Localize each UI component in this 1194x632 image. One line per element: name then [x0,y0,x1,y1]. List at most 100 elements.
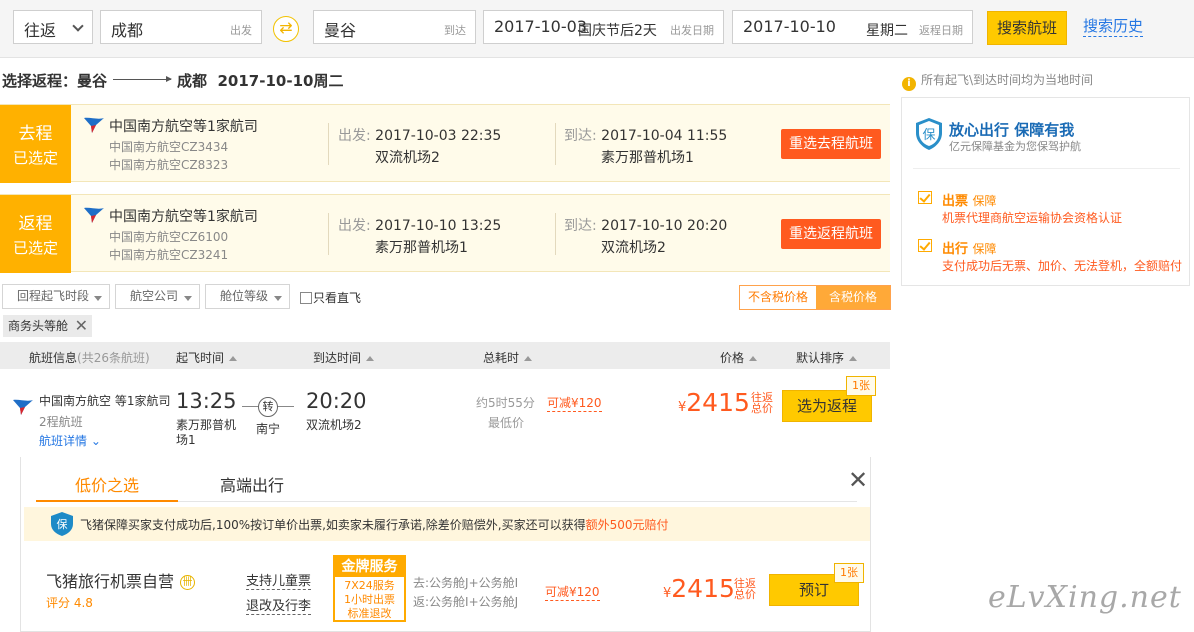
sort-duration[interactable]: 总耗时 [483,349,533,366]
travel-tag: 保障 [972,242,997,256]
flight-detail-label: 航班详情 [39,434,88,448]
search-bar: 往返 成都 出发 ⇄ 曼谷 到达 2017-10-03 国庆节后2天 出发日期 … [0,0,1194,58]
ticketing-guarantee-title: 出票 保障 [942,190,997,209]
offer-discount[interactable]: 可减¥120 [545,583,600,601]
from-city-input[interactable]: 成都 出发 [100,10,262,44]
inbound-dep-time: 2017-10-10 13:25 [375,218,502,234]
filter-departure-period-label: 回程起飞时段 [17,289,90,303]
sort-default-label: 默认排序 [796,351,845,365]
close-icon[interactable]: ✕ [848,466,868,494]
close-icon[interactable]: ✕ [75,315,88,337]
guarantee-body: 飞猪保障买家支付成功后,100%按订单价出票,如卖家未履行承诺,除差价赔偿外,买… [80,518,586,532]
sort-arrow-icon [524,356,533,361]
gold-service-item: 1小时出票 [344,593,395,606]
reselect-outbound-button[interactable]: 重选去程航班 [781,129,881,159]
sort-default[interactable]: 默认排序 [796,349,858,366]
arrow-right-icon [113,76,173,82]
depart-date-input[interactable]: 2017-10-03 国庆节后2天 出发日期 [483,10,724,44]
outbound-dep-time: 2017-10-03 22:35 [375,128,502,144]
flight-detail-link[interactable]: 航班详情 ⌄ [39,432,101,449]
chevron-down-icon [184,296,192,301]
guarantee-sidebar: 保 放心出行 保障有我 亿元保障基金为您保驾护航 出票 保障 机票代理商航空运输… [901,97,1190,286]
divider [555,123,556,165]
inbound-arr-time: 2017-10-10 20:20 [601,218,728,234]
row-dep-time: 13:25 [176,389,237,413]
outbound-flight-2: 中国南方航空CZ8323 [109,158,229,172]
check-icon [918,191,932,204]
sort-price[interactable]: 价格 [720,349,758,366]
chevron-down-icon [94,296,102,301]
row-price-value: 2415 [686,388,750,417]
filter-cabin-class[interactable]: 舱位等级 [205,284,290,309]
vendor-rating: 评分 4.8 [46,596,93,610]
from-city-hint: 出发 [230,24,252,37]
swap-icon[interactable]: ⇄ [273,16,299,42]
reselect-inbound-button[interactable]: 重选返程航班 [781,219,881,249]
outbound-flight-1: 中国南方航空CZ3434 [109,140,229,154]
inbound-selected-card: 返程 已选定 中国南方航空等1家航司 中国南方航空CZ6100 中国南方航空CZ… [0,194,890,273]
ticketing-tag: 保障 [972,194,997,208]
depart-date-value: 2017-10-03 [494,17,587,36]
dep-label: 出发: [338,218,371,234]
transfer-badge: 转 [258,397,278,417]
price-incl-tax-option[interactable]: 含税价格 [816,286,890,309]
search-flights-button[interactable]: 搜索航班 [987,11,1067,45]
tab-low-price[interactable]: 低价之选 [75,472,139,496]
return-date-hint: 返程日期 [919,24,963,37]
child-ticket-link[interactable]: 支持儿童票 [246,570,312,590]
results-header: 航班信息(共26条航班) 起飞时间 到达时间 总耗时 价格 默认排序 [0,342,890,369]
inbound-tag-title: 返程 [18,214,53,234]
trip-type-select[interactable]: 往返 [13,10,93,44]
return-date-value: 2017-10-10 [743,17,836,36]
check-icon [918,239,932,252]
row-airline: 中国南方航空 等1家航司 [39,394,171,408]
gold-medal-icon: 卌 [180,575,196,590]
svg-text:保: 保 [922,128,935,143]
sort-departure-time[interactable]: 起飞时间 [176,349,238,366]
row-price: ¥2415 往返总价 [678,388,773,417]
gold-service-title: 金牌服务 [335,557,404,577]
filter-airline[interactable]: 航空公司 [115,284,200,309]
chevron-down-icon [274,296,282,301]
fare-options-panel: 低价之选 高端出行 ✕ 保 飞猪保障买家支付成功后,100%按订单价出票,如卖家… [20,457,871,632]
direct-only-label: 只看直飞 [313,291,362,305]
refund-baggage-link[interactable]: 退改及行李 [246,595,312,615]
vendor-name-label: 飞猪旅行机票自营 [46,572,175,591]
arr-label: 到达: [564,128,597,144]
gold-service-item: 标准退改 [347,607,392,620]
guarantee-banner: 保 飞猪保障买家支付成功后,100%按订单价出票,如卖家未履行承诺,除差价赔偿外… [24,507,870,541]
col-flight-info: 航班信息(共26条航班) [29,349,150,366]
outbound-tag-title: 去程 [18,124,53,144]
to-city-input[interactable]: 曼谷 到达 [313,10,476,44]
direct-only-checkbox[interactable]: 只看直飞 [300,289,361,306]
divider [913,168,1180,169]
tax-price-toggle: 不含税价格 含税价格 [739,285,891,310]
transfer-city: 南宁 [256,422,281,436]
depart-holiday-note: 国庆节后2天 [578,23,657,39]
trip-type-value: 往返 [24,21,57,40]
row-duration: 约5时55分 [476,396,535,410]
chevron-down-icon: ⌄ [90,434,101,448]
return-date-input[interactable]: 2017-10-10 星期二 返程日期 [732,10,973,44]
sort-arrival-time[interactable]: 到达时间 [313,349,375,366]
airline-logo-icon [84,207,104,223]
price-excl-tax-option[interactable]: 不含税价格 [740,286,816,309]
from-city-value: 成都 [111,21,144,40]
checkbox-icon[interactable] [300,292,312,304]
tab-premium[interactable]: 高端出行 [220,472,284,496]
search-history-link[interactable]: 搜索历史 [1083,15,1144,37]
svg-text:保: 保 [57,517,68,531]
active-tab-indicator [36,500,178,502]
outbound-airline: 中国南方航空等1家航司 [109,119,258,135]
vendor-name: 飞猪旅行机票自营卌 [46,568,196,592]
row-lowest-tag: 最低价 [488,416,525,430]
filter-departure-period[interactable]: 回程起飞时段 [2,284,110,309]
row-legs: 2程航班 [39,415,83,429]
active-filter-chip: 商务头等舱 ✕ [3,315,93,337]
sort-departure-label: 起飞时间 [176,351,225,365]
to-city-value: 曼谷 [324,21,357,40]
sidebar-subtitle: 亿元保障基金为您保驾护航 [949,140,1081,153]
fare-tabs: 低价之选 高端出行 ✕ [36,457,868,502]
row-discount[interactable]: 可减¥120 [547,394,602,412]
local-time-note: i 所有起飞\到达时间均为当地时间 [902,71,1093,91]
